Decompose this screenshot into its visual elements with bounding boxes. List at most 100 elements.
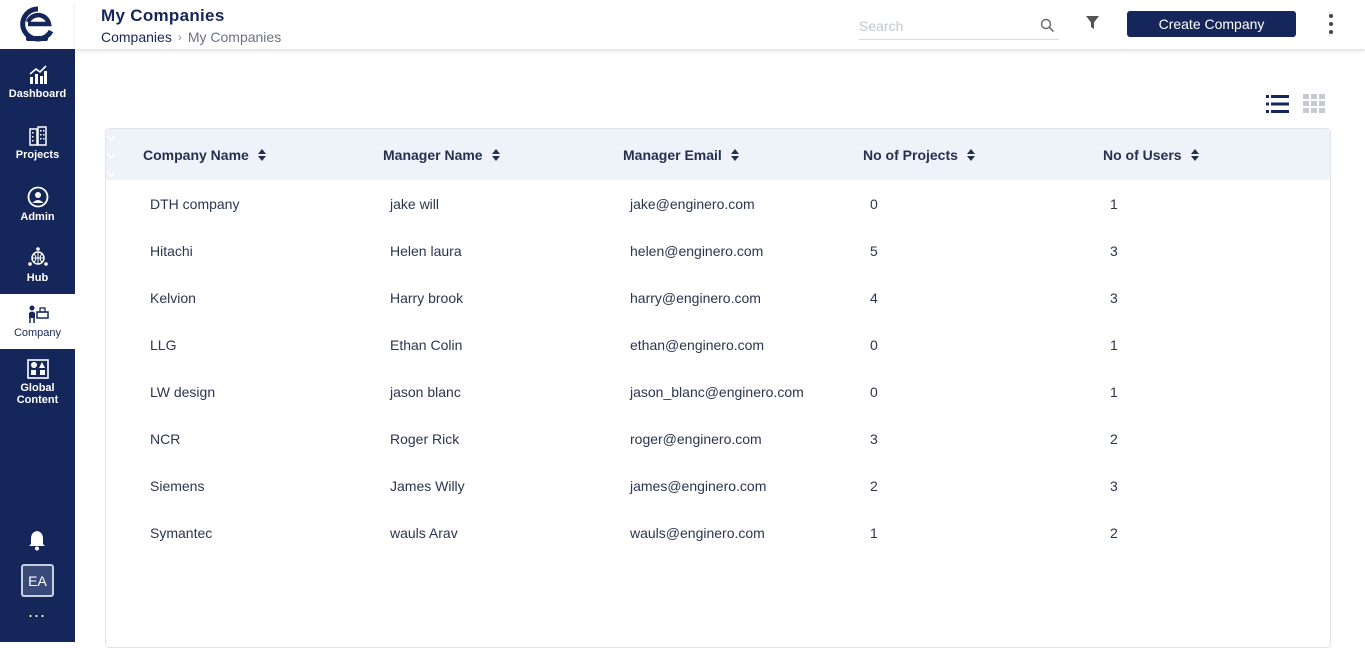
cell-manager-email: harry@enginero.com [630, 289, 761, 306]
companies-table: Company Name Manager Name Manager Email … [105, 128, 1331, 648]
sidebar: Dashboard Projects Admin Hub Company Glo… [0, 0, 75, 642]
more-options-icon[interactable]: ... [27, 602, 47, 620]
company-desk-icon [28, 305, 49, 323]
kebab-menu-icon[interactable] [1325, 14, 1337, 34]
cell-manager-name: wauls Arav [390, 524, 458, 541]
cell-no-of-users: 3 [1110, 289, 1118, 306]
sort-icon[interactable] [966, 148, 976, 162]
column-label: Manager Name [383, 146, 483, 163]
create-company-button[interactable]: Create Company [1127, 11, 1296, 37]
table-row[interactable]: LLG Ethan Colin ethan@enginero.com 0 1 [106, 321, 1330, 368]
cell-no-of-projects: 0 [870, 195, 878, 212]
cell-no-of-projects: 4 [870, 289, 878, 306]
cell-company-name: Hitachi [150, 242, 193, 259]
sidebar-item-label: Admin [20, 210, 55, 223]
column-header-no-of-projects[interactable]: No of Projects [863, 129, 976, 180]
breadcrumb-separator: › [177, 30, 182, 44]
cell-manager-name: jake will [390, 195, 440, 212]
column-label: Manager Email [623, 146, 722, 163]
top-header: My Companies Companies › My Companies Cr… [75, 0, 1365, 49]
cell-no-of-projects: 2 [870, 477, 878, 494]
cell-no-of-projects: 0 [870, 336, 878, 353]
column-header-no-of-users[interactable]: No of Users [1103, 129, 1200, 180]
column-header-manager-name[interactable]: Manager Name [383, 129, 501, 180]
cell-manager-name: Harry brook [390, 289, 464, 306]
user-avatar[interactable]: EA [21, 564, 54, 597]
cell-company-name: Symantec [150, 524, 213, 541]
cell-company-name: Siemens [150, 477, 205, 494]
cell-company-name: LLG [150, 336, 177, 353]
breadcrumb: Companies › My Companies [101, 29, 281, 45]
table-row[interactable]: Siemens James Willy james@enginero.com 2 3 [106, 462, 1330, 509]
breadcrumb-current: My Companies [187, 29, 282, 45]
column-header-manager-email[interactable]: Manager Email [623, 129, 740, 180]
cell-no-of-projects: 0 [870, 383, 878, 400]
sidebar-item-label: Projects [15, 148, 60, 161]
grid-view-icon[interactable] [1303, 94, 1326, 114]
enginero-logo-icon [19, 5, 53, 41]
cell-manager-email: jason_blanc@enginero.com [630, 383, 804, 400]
sort-icon[interactable] [1190, 148, 1200, 162]
shapes-grid-icon [26, 358, 49, 379]
list-view-icon[interactable] [1266, 94, 1289, 114]
admin-user-icon [27, 186, 48, 207]
sort-icon[interactable] [730, 148, 740, 162]
search-box [859, 15, 1059, 40]
chart-growth-icon [28, 64, 47, 84]
hub-globe-icon [27, 246, 48, 266]
cell-manager-email: wauls@enginero.com [630, 524, 765, 541]
cell-no-of-projects: 3 [870, 430, 878, 447]
column-label: No of Users [1103, 146, 1182, 163]
sidebar-item-label: Dashboard [8, 87, 67, 100]
cell-manager-email: jake@enginero.com [630, 195, 755, 212]
column-label: Company Name [143, 146, 249, 163]
sidebar-item-label: Global Content [16, 381, 59, 406]
sort-icon[interactable] [491, 148, 501, 162]
cell-no-of-users: 1 [1110, 383, 1118, 400]
cell-no-of-users: 1 [1110, 195, 1118, 212]
sidebar-item-label: Company [13, 327, 62, 339]
cell-manager-name: Helen laura [390, 242, 462, 259]
table-header: Company Name Manager Name Manager Email … [106, 129, 1330, 214]
cell-manager-name: Roger Rick [390, 430, 460, 447]
cell-manager-name: Ethan Colin [390, 336, 463, 353]
column-label: No of Projects [863, 146, 958, 163]
sidebar-item-hub[interactable]: Hub [0, 236, 75, 294]
cell-company-name: Kelvion [150, 289, 196, 306]
table-row[interactable]: Kelvion Harry brook harry@enginero.com 4 3 [106, 274, 1330, 321]
table-row[interactable]: LW design jason blanc jason_blanc@enginero… [106, 368, 1330, 415]
buildings-icon [28, 125, 47, 146]
page-title: My Companies [101, 6, 225, 25]
cell-manager-email: roger@enginero.com [630, 430, 762, 447]
cell-no-of-users: 2 [1110, 430, 1118, 447]
search-icon[interactable] [1040, 18, 1055, 33]
table-row[interactable]: NCR Roger Rick roger@enginero.com 3 2 [106, 415, 1330, 462]
sidebar-item-projects[interactable]: Projects [0, 114, 75, 172]
cell-no-of-projects: 5 [870, 242, 878, 259]
cell-no-of-projects: 1 [870, 524, 878, 541]
cell-manager-email: ethan@enginero.com [630, 336, 765, 353]
table-row[interactable]: DTH company jake will jake@enginero.com 0 1 [106, 180, 1330, 227]
cell-manager-email: james@enginero.com [630, 477, 767, 494]
breadcrumb-root[interactable]: Companies [101, 29, 172, 45]
cell-no-of-users: 3 [1110, 477, 1118, 494]
cell-manager-email: helen@enginero.com [630, 242, 764, 259]
sort-icon[interactable] [257, 148, 267, 162]
notification-bell-icon[interactable] [27, 529, 47, 551]
sidebar-item-admin[interactable]: Admin [0, 175, 75, 233]
filter-icon[interactable] [1085, 15, 1100, 31]
cell-no-of-users: 1 [1110, 336, 1118, 353]
sidebar-item-dashboard[interactable]: Dashboard [0, 53, 75, 111]
search-input[interactable] [859, 15, 1034, 37]
column-header-company-name[interactable]: Company Name [143, 129, 267, 180]
cell-no-of-users: 3 [1110, 242, 1118, 259]
sidebar-item-label: Hub [26, 271, 49, 284]
cell-manager-name: jason blanc [390, 383, 461, 400]
sidebar-item-company[interactable]: Company [0, 294, 75, 349]
cell-company-name: DTH company [150, 195, 240, 212]
cell-company-name: NCR [150, 430, 181, 447]
table-row[interactable]: Hitachi Helen laura helen@enginero.com 5 3 [106, 227, 1330, 274]
sidebar-item-global-content[interactable]: Global Content [0, 352, 75, 412]
app-logo[interactable] [0, 0, 75, 49]
table-row[interactable]: Symantec wauls Arav wauls@enginero.com 1 2 [106, 509, 1330, 556]
